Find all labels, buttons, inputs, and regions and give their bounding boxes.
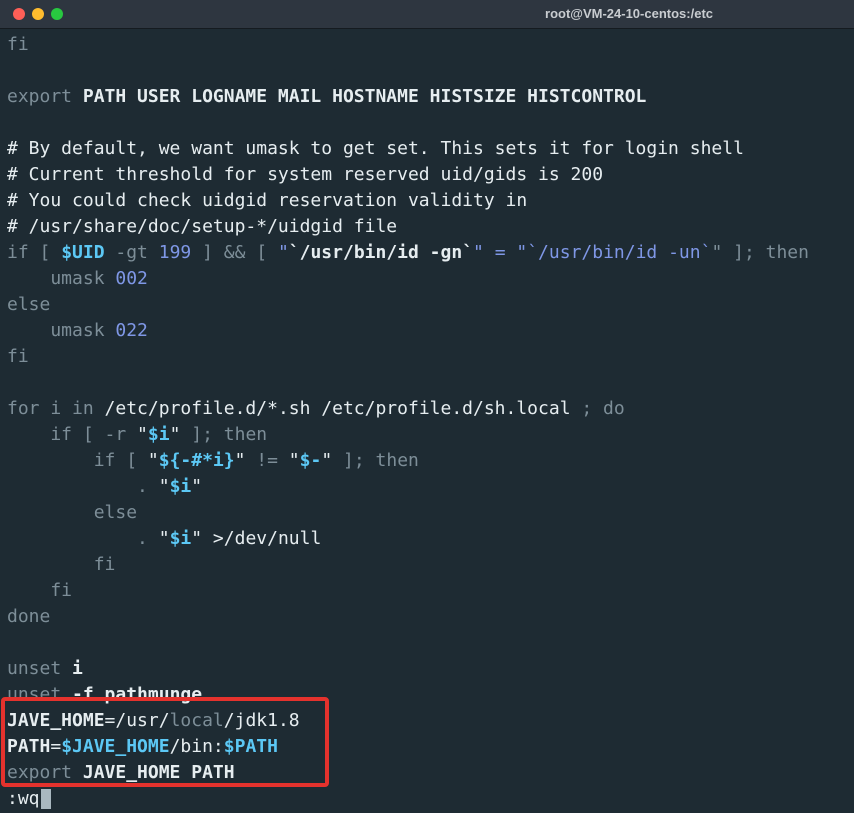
terminal-text-segment: if [ [7, 450, 148, 471]
terminal-text-segment: . [7, 476, 159, 497]
terminal-text-segment: else [7, 294, 51, 315]
terminal-text-segment: $- [299, 450, 322, 471]
terminal-text-segment: /etc/profile.d/*.sh /etc/profile.d/sh.lo… [104, 398, 571, 419]
terminal-line: if [ -r "$i" ]; then [7, 422, 847, 448]
terminal-text-segment: 022 [115, 320, 148, 341]
terminal-text-segment: " [191, 528, 203, 549]
terminal-window: root@VM-24-10-centos:/etc fi export PATH … [0, 0, 854, 813]
terminal-text-segment: " ]; then [711, 242, 809, 263]
terminal-line: # Current threshold for system reserved … [7, 162, 847, 188]
terminal-text-segment: PATH USER LOGNAME MAIL HOSTNAME HISTSIZE… [82, 86, 647, 107]
terminal-text-segment: fi [7, 554, 116, 575]
text-cursor [40, 789, 51, 809]
terminal-text-segment: # You could check uidgid reservation val… [7, 190, 528, 211]
terminal-text-segment: " = " [473, 242, 528, 263]
terminal-text-segment: 199 [158, 242, 192, 263]
terminal-text-segment: ]; then [332, 450, 419, 471]
terminal-line: export PATH USER LOGNAME MAIL HOSTNAME H… [7, 84, 847, 110]
terminal-text-segment: " [191, 476, 203, 497]
terminal-line: . "$i" [7, 474, 847, 500]
terminal-text-segment: ; do [570, 398, 625, 419]
terminal-text-segment: . [7, 528, 159, 549]
terminal-text-segment: unset [7, 658, 73, 679]
terminal-line: umask 022 [7, 318, 847, 344]
terminal-line: else [7, 292, 847, 318]
terminal-line: if [ "${-#*i}" != "$-" ]; then [7, 448, 847, 474]
terminal-text-segment: if [ -r [7, 424, 138, 445]
terminal-text-segment: 002 [115, 268, 148, 289]
terminal-line: for i in /etc/profile.d/*.sh /etc/profil… [7, 396, 847, 422]
highlight-annotation-box [1, 697, 329, 787]
terminal-text-segment: fi [7, 580, 73, 601]
terminal-text-segment: -gt [104, 242, 159, 263]
terminal-text-segment: " [277, 242, 289, 263]
terminal-text-segment: else [7, 502, 138, 523]
terminal-text-segment: " [158, 476, 170, 497]
window-title: root@VM-24-10-centos:/etc [545, 6, 713, 21]
terminal-text-segment: ] && [ [191, 242, 278, 263]
terminal-text-segment: i [72, 658, 83, 679]
terminal-text-segment: # Current threshold for system reserved … [7, 164, 604, 185]
terminal-text-segment: " [321, 450, 333, 471]
terminal-line: :wq [7, 786, 847, 812]
terminal-text-segment: fi [7, 346, 29, 367]
terminal-line: # /usr/share/doc/setup-*/uidgid file [7, 214, 847, 240]
terminal-text-segment: " [147, 450, 159, 471]
terminal-text-segment: != [245, 450, 289, 471]
terminal-text-segment: # By default, we want umask to get set. … [7, 138, 744, 159]
terminal-line: fi [7, 344, 847, 370]
terminal-text-segment: >/dev/null [202, 528, 322, 549]
terminal-line: # You could check uidgid reservation val… [7, 188, 847, 214]
terminal-text-segment: " [137, 424, 148, 445]
terminal-line: else [7, 500, 847, 526]
terminal-text-segment: $i [169, 528, 192, 549]
terminal-text-segment: " [169, 424, 181, 445]
terminal-content[interactable]: fi export PATH USER LOGNAME MAIL HOSTNAME… [7, 32, 847, 812]
terminal-text-segment: # /usr/share/doc/setup-*/uidgid file [7, 216, 398, 237]
terminal-text-segment: $i [169, 476, 192, 497]
terminal-line: fi [7, 552, 847, 578]
terminal-text-segment: " [288, 450, 300, 471]
terminal-text-segment: $UID [61, 242, 105, 263]
terminal-text-segment: export [7, 86, 83, 107]
terminal-text-segment: if [ [7, 242, 62, 263]
terminal-text-segment: `/usr/bin/id -un` [527, 242, 712, 263]
terminal-text-segment: ]; then [180, 424, 268, 445]
title-bar: root@VM-24-10-centos:/etc [0, 0, 854, 29]
terminal-line: unset i [7, 656, 847, 682]
terminal-line: done [7, 604, 847, 630]
terminal-line: umask 002 [7, 266, 847, 292]
terminal-text-segment: for i in [7, 398, 105, 419]
terminal-text-segment: " [234, 450, 246, 471]
terminal-text-segment: `/usr/bin/id -gn` [288, 242, 474, 263]
terminal-text-segment: ${-#*i} [158, 450, 235, 471]
terminal-line: fi [7, 32, 847, 58]
terminal-line: if [ $UID -gt 199 ] && [ "`/usr/bin/id -… [7, 240, 847, 266]
terminal-text-segment: " [158, 528, 170, 549]
terminal-text-segment: $i [147, 424, 170, 445]
terminal-text-segment: :wq [7, 788, 40, 809]
terminal-text-segment: done [7, 606, 51, 627]
terminal-text-segment: umask [7, 268, 116, 289]
terminal-text-segment: umask [7, 320, 116, 341]
terminal-line: fi [7, 578, 847, 604]
terminal-line: # By default, we want umask to get set. … [7, 136, 847, 162]
terminal-text-segment: fi [7, 34, 29, 55]
terminal-line: . "$i" >/dev/null [7, 526, 847, 552]
